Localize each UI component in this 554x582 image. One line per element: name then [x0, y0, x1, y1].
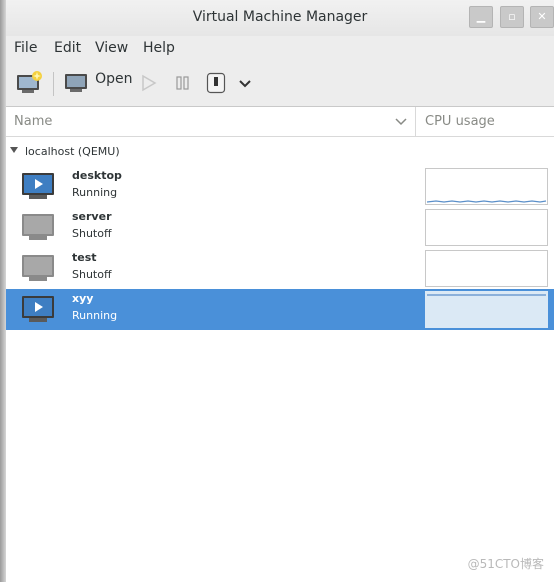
minimize-button[interactable]: ▁	[469, 6, 493, 28]
power-icon	[206, 72, 226, 94]
cpu-usage-graph	[425, 250, 548, 287]
menu-edit[interactable]: Edit	[54, 40, 81, 56]
expander-arrow-icon[interactable]	[10, 147, 18, 153]
cpu-usage-graph	[425, 168, 548, 205]
maximize-icon: ▫	[508, 10, 516, 23]
run-button[interactable]	[141, 74, 157, 96]
minimize-icon: ▁	[476, 10, 486, 23]
column-name-header[interactable]: Name	[14, 114, 52, 129]
cpu-usage-graph	[425, 291, 548, 328]
shutoff-vm-icon	[22, 214, 54, 240]
column-cpu-header[interactable]: CPU usage	[425, 114, 495, 129]
new-vm-icon	[17, 71, 42, 93]
menu-help[interactable]: Help	[143, 40, 175, 56]
menu-bar: File Edit View Help	[6, 36, 554, 62]
vm-list-header: Name CPU usage	[6, 107, 554, 137]
toolbar-separator	[53, 72, 54, 96]
running-vm-icon	[22, 173, 54, 199]
vm-row-selected[interactable]: xyy Running	[6, 289, 554, 330]
chevron-down-icon	[239, 80, 251, 88]
vm-name: desktop	[72, 169, 122, 182]
vm-row[interactable]: test Shutoff	[6, 248, 554, 289]
vm-status: Running	[72, 186, 118, 199]
vm-name: xyy	[72, 292, 94, 305]
vm-name: server	[72, 210, 112, 223]
connection-row[interactable]: localhost (QEMU)	[6, 142, 554, 162]
running-vm-icon	[22, 296, 54, 322]
cpu-sparkline	[427, 294, 546, 296]
watermark: @51CTO博客	[467, 557, 544, 571]
monitor-icon	[65, 74, 87, 92]
play-icon	[142, 74, 157, 92]
maximize-button[interactable]: ▫	[500, 6, 524, 28]
menu-view[interactable]: View	[95, 40, 128, 56]
pause-button[interactable]	[175, 75, 191, 95]
shutdown-menu-button[interactable]	[238, 76, 252, 95]
cpu-sparkline	[426, 200, 547, 203]
column-divider[interactable]	[415, 107, 416, 136]
vm-row[interactable]: server Shutoff	[6, 207, 554, 248]
vm-status: Shutoff	[72, 268, 112, 281]
vm-status: Shutoff	[72, 227, 112, 240]
connection-label: localhost (QEMU)	[25, 145, 120, 158]
toolbar: Open	[6, 62, 554, 107]
main-window: Virtual Machine Manager ▁ ▫ ✕ File Edit …	[6, 0, 554, 582]
menu-file[interactable]: File	[14, 40, 37, 56]
title-bar[interactable]: Virtual Machine Manager ▁ ▫ ✕	[6, 0, 554, 36]
vm-name: test	[72, 251, 97, 264]
open-label: Open	[95, 70, 133, 87]
open-button[interactable]: Open	[64, 70, 133, 94]
vm-status: Running	[72, 309, 118, 322]
pause-icon	[176, 76, 189, 90]
close-icon: ✕	[537, 10, 547, 23]
sort-chevron-icon[interactable]	[395, 117, 407, 127]
new-vm-button[interactable]	[16, 71, 44, 99]
shutdown-button[interactable]	[206, 72, 226, 98]
cpu-usage-graph	[425, 209, 548, 246]
vm-row[interactable]: desktop Running	[6, 166, 554, 207]
close-button[interactable]: ✕	[530, 6, 554, 28]
shutoff-vm-icon	[22, 255, 54, 281]
